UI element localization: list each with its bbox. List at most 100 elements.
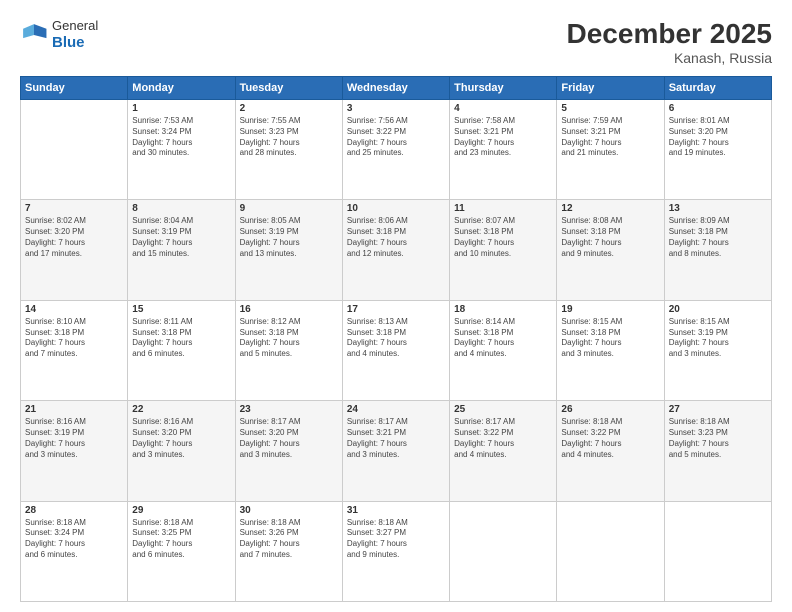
- day-number: 11: [454, 203, 552, 214]
- calendar-table: SundayMondayTuesdayWednesdayThursdayFrid…: [20, 76, 772, 602]
- day-number: 10: [347, 203, 445, 214]
- day-number: 30: [240, 505, 338, 516]
- week-row-3: 14 Sunrise: 8:10 AM Sunset: 3:18 PM Dayli…: [21, 300, 772, 400]
- day-number: 20: [669, 304, 767, 315]
- day-info: Sunrise: 7:58 AM Sunset: 3:21 PM Dayligh…: [454, 116, 552, 159]
- day-number: 29: [132, 505, 230, 516]
- day-info: Sunrise: 8:01 AM Sunset: 3:20 PM Dayligh…: [669, 116, 767, 159]
- col-header-thursday: Thursday: [450, 77, 557, 100]
- calendar-subtitle: Kanash, Russia: [567, 50, 772, 66]
- week-row-1: 1 Sunrise: 7:53 AM Sunset: 3:24 PM Daylig…: [21, 100, 772, 200]
- day-info: Sunrise: 8:18 AM Sunset: 3:23 PM Dayligh…: [669, 417, 767, 460]
- calendar-cell: 9Sunrise: 8:05 AM Sunset: 3:19 PM Daylig…: [235, 200, 342, 300]
- calendar-cell: 5Sunrise: 7:59 AM Sunset: 3:21 PM Daylig…: [557, 100, 664, 200]
- week-row-4: 21Sunrise: 8:16 AM Sunset: 3:19 PM Dayli…: [21, 401, 772, 501]
- calendar-cell: [664, 501, 771, 601]
- day-info: Sunrise: 8:16 AM Sunset: 3:20 PM Dayligh…: [132, 417, 230, 460]
- logo-text: General Blue: [52, 18, 98, 52]
- day-number: 4: [454, 103, 552, 114]
- day-number: 26: [561, 404, 659, 415]
- logo-icon: [20, 21, 48, 49]
- day-number: 1: [132, 103, 230, 114]
- col-header-friday: Friday: [557, 77, 664, 100]
- day-info: Sunrise: 8:08 AM Sunset: 3:18 PM Dayligh…: [561, 216, 659, 259]
- calendar-cell: 13Sunrise: 8:09 AM Sunset: 3:18 PM Dayli…: [664, 200, 771, 300]
- week-row-2: 7 Sunrise: 8:02 AM Sunset: 3:20 PM Daylig…: [21, 200, 772, 300]
- day-info: Sunrise: 7:55 AM Sunset: 3:23 PM Dayligh…: [240, 116, 338, 159]
- calendar-cell: 23 Sunrise: 8:17 AM Sunset: 3:20 PM Dayli…: [235, 401, 342, 501]
- day-info: Sunrise: 8:07 AM Sunset: 3:18 PM Dayligh…: [454, 216, 552, 259]
- day-number: 23: [240, 404, 338, 415]
- day-info: Sunrise: 8:12 AM Sunset: 3:18 PM Dayligh…: [240, 317, 338, 360]
- day-info: Sunrise: 7:59 AM Sunset: 3:21 PM Dayligh…: [561, 116, 659, 159]
- day-info: Sunrise: 8:18 AM Sunset: 3:27 PM Dayligh…: [347, 518, 445, 561]
- calendar-cell: 16 Sunrise: 8:12 AM Sunset: 3:18 PM Dayli…: [235, 300, 342, 400]
- day-number: 18: [454, 304, 552, 315]
- day-info: Sunrise: 8:04 AM Sunset: 3:19 PM Dayligh…: [132, 216, 230, 259]
- day-number: 31: [347, 505, 445, 516]
- day-number: 22: [132, 404, 230, 415]
- col-header-tuesday: Tuesday: [235, 77, 342, 100]
- header-row: SundayMondayTuesdayWednesdayThursdayFrid…: [21, 77, 772, 100]
- day-info: Sunrise: 7:56 AM Sunset: 3:22 PM Dayligh…: [347, 116, 445, 159]
- calendar-cell: 7 Sunrise: 8:02 AM Sunset: 3:20 PM Daylig…: [21, 200, 128, 300]
- logo: General Blue: [20, 18, 98, 52]
- calendar-cell: 26 Sunrise: 8:18 AM Sunset: 3:22 PM Dayli…: [557, 401, 664, 501]
- calendar-cell: 29 Sunrise: 8:18 AM Sunset: 3:25 PM Dayli…: [128, 501, 235, 601]
- day-info: Sunrise: 8:05 AM Sunset: 3:19 PM Dayligh…: [240, 216, 338, 259]
- calendar-cell: 30 Sunrise: 8:18 AM Sunset: 3:26 PM Dayli…: [235, 501, 342, 601]
- day-number: 14: [25, 304, 123, 315]
- day-info: Sunrise: 8:17 AM Sunset: 3:22 PM Dayligh…: [454, 417, 552, 460]
- calendar-cell: 2 Sunrise: 7:55 AM Sunset: 3:23 PM Daylig…: [235, 100, 342, 200]
- title-block: December 2025 Kanash, Russia: [567, 18, 772, 66]
- day-number: 27: [669, 404, 767, 415]
- calendar-cell: 31 Sunrise: 8:18 AM Sunset: 3:27 PM Dayli…: [342, 501, 449, 601]
- day-info: Sunrise: 8:10 AM Sunset: 3:18 PM Dayligh…: [25, 317, 123, 360]
- day-info: Sunrise: 8:17 AM Sunset: 3:21 PM Dayligh…: [347, 417, 445, 460]
- calendar-cell: 22 Sunrise: 8:16 AM Sunset: 3:20 PM Dayli…: [128, 401, 235, 501]
- day-number: 2: [240, 103, 338, 114]
- calendar-cell: 4 Sunrise: 7:58 AM Sunset: 3:21 PM Daylig…: [450, 100, 557, 200]
- day-number: 19: [561, 304, 659, 315]
- calendar-cell: 24 Sunrise: 8:17 AM Sunset: 3:21 PM Dayli…: [342, 401, 449, 501]
- calendar-cell: 3 Sunrise: 7:56 AM Sunset: 3:22 PM Daylig…: [342, 100, 449, 200]
- calendar-cell: 8 Sunrise: 8:04 AM Sunset: 3:19 PM Daylig…: [128, 200, 235, 300]
- calendar-cell: [557, 501, 664, 601]
- day-info: Sunrise: 8:02 AM Sunset: 3:20 PM Dayligh…: [25, 216, 123, 259]
- day-info: Sunrise: 8:18 AM Sunset: 3:25 PM Dayligh…: [132, 518, 230, 561]
- calendar-title: December 2025: [567, 18, 772, 50]
- calendar-cell: 21Sunrise: 8:16 AM Sunset: 3:19 PM Dayli…: [21, 401, 128, 501]
- day-info: Sunrise: 8:14 AM Sunset: 3:18 PM Dayligh…: [454, 317, 552, 360]
- day-number: 3: [347, 103, 445, 114]
- week-row-5: 28Sunrise: 8:18 AM Sunset: 3:24 PM Dayli…: [21, 501, 772, 601]
- day-number: 28: [25, 505, 123, 516]
- day-info: Sunrise: 8:18 AM Sunset: 3:26 PM Dayligh…: [240, 518, 338, 561]
- day-number: 24: [347, 404, 445, 415]
- day-number: 21: [25, 404, 123, 415]
- calendar-cell: 18 Sunrise: 8:14 AM Sunset: 3:18 PM Dayli…: [450, 300, 557, 400]
- day-info: Sunrise: 7:53 AM Sunset: 3:24 PM Dayligh…: [132, 116, 230, 159]
- col-header-monday: Monday: [128, 77, 235, 100]
- calendar-cell: 19 Sunrise: 8:15 AM Sunset: 3:18 PM Dayli…: [557, 300, 664, 400]
- calendar-cell: 10 Sunrise: 8:06 AM Sunset: 3:18 PM Dayli…: [342, 200, 449, 300]
- calendar-cell: [450, 501, 557, 601]
- day-info: Sunrise: 8:17 AM Sunset: 3:20 PM Dayligh…: [240, 417, 338, 460]
- header: General Blue December 2025 Kanash, Russi…: [20, 18, 772, 66]
- day-info: Sunrise: 8:15 AM Sunset: 3:18 PM Dayligh…: [561, 317, 659, 360]
- col-header-sunday: Sunday: [21, 77, 128, 100]
- calendar-cell: 12Sunrise: 8:08 AM Sunset: 3:18 PM Dayli…: [557, 200, 664, 300]
- day-info: Sunrise: 8:06 AM Sunset: 3:18 PM Dayligh…: [347, 216, 445, 259]
- day-number: 8: [132, 203, 230, 214]
- day-number: 16: [240, 304, 338, 315]
- day-number: 7: [25, 203, 123, 214]
- day-info: Sunrise: 8:18 AM Sunset: 3:22 PM Dayligh…: [561, 417, 659, 460]
- calendar-cell: 1 Sunrise: 7:53 AM Sunset: 3:24 PM Daylig…: [128, 100, 235, 200]
- calendar-cell: 15Sunrise: 8:11 AM Sunset: 3:18 PM Dayli…: [128, 300, 235, 400]
- day-number: 13: [669, 203, 767, 214]
- day-number: 25: [454, 404, 552, 415]
- col-header-saturday: Saturday: [664, 77, 771, 100]
- calendar-cell: 14 Sunrise: 8:10 AM Sunset: 3:18 PM Dayli…: [21, 300, 128, 400]
- logo-general: General: [52, 18, 98, 34]
- col-header-wednesday: Wednesday: [342, 77, 449, 100]
- calendar-cell: 25 Sunrise: 8:17 AM Sunset: 3:22 PM Dayli…: [450, 401, 557, 501]
